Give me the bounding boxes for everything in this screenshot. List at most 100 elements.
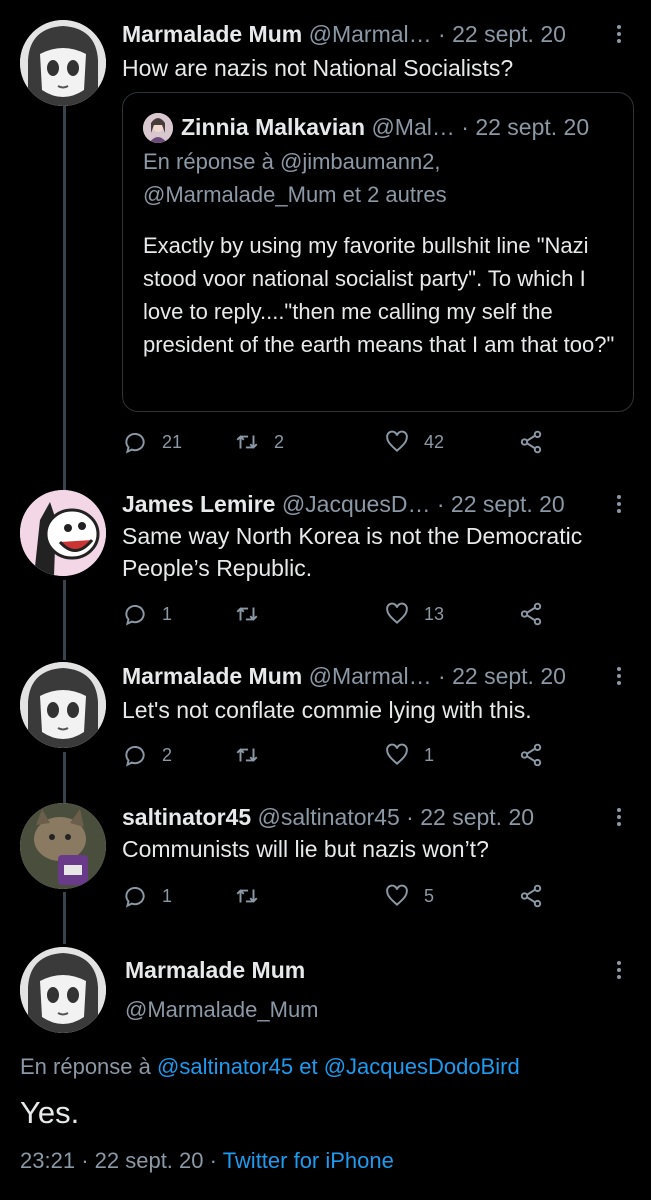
tweet-date[interactable]: 22 sept. 20 xyxy=(95,1148,204,1173)
reply-button[interactable]: 1 xyxy=(122,596,172,632)
share-icon xyxy=(520,602,542,626)
reply-icon xyxy=(125,605,145,626)
reply-prefix: En réponse à xyxy=(20,1054,151,1079)
separator-dot: · xyxy=(81,1148,89,1173)
tweet-text: Let's not conflate commie lying with thi… xyxy=(122,697,532,723)
author-name[interactable]: Marmalade Mum xyxy=(125,954,305,986)
quote-header: Zinnia Malkavian @Mal… · 22 sept. 20 xyxy=(181,109,617,145)
separator-dot: · xyxy=(438,663,446,689)
reply-count: 1 xyxy=(162,603,173,624)
like-button[interactable]: 13 xyxy=(384,596,444,632)
like-button[interactable]: 1 xyxy=(384,737,434,773)
quoted-tweet[interactable]: Zinnia Malkavian @Mal… · 22 sept. 20 En … xyxy=(122,92,634,412)
retweet-icon xyxy=(236,889,258,903)
tweet-text: How are nazis not National Socialists? xyxy=(122,55,514,81)
reply-target-link[interactable]: @JacquesDodoBird xyxy=(324,1054,520,1079)
like-icon xyxy=(386,602,408,624)
author-handle[interactable]: @Marmal… xyxy=(309,663,432,689)
tweet[interactable]: Marmalade Mum @Marmal… · 22 sept. 20 How… xyxy=(0,16,651,476)
tweet[interactable]: James Lemire @JacquesD… · 22 sept. 20 Sa… xyxy=(0,486,651,646)
more-icon[interactable] xyxy=(611,805,627,831)
author-handle[interactable]: @JacquesD… xyxy=(282,491,431,517)
tweet-date[interactable]: 22 sept. 20 xyxy=(420,804,534,830)
tweet-date[interactable]: 22 sept. 20 xyxy=(452,21,566,47)
tweet-header: Marmalade Mum @Marmal… · 22 sept. 20 xyxy=(122,16,601,52)
share-button[interactable] xyxy=(518,424,558,460)
like-icon xyxy=(386,884,408,906)
cat-avatar-icon xyxy=(20,803,106,889)
retweet-button[interactable] xyxy=(234,737,274,773)
retweet-icon xyxy=(236,748,258,762)
avatar[interactable] xyxy=(20,803,106,889)
reply-target-link[interactable]: @saltinator45 xyxy=(157,1054,293,1079)
share-icon xyxy=(520,743,542,767)
retweet-button[interactable] xyxy=(234,596,274,632)
quote-reply-context: En réponse à @jimbaumann2, @Marmalade_Mu… xyxy=(143,145,617,211)
author-handle[interactable]: @Marmalade_Mum xyxy=(125,994,319,1026)
author-name[interactable]: James Lemire xyxy=(122,491,275,517)
tweet-actions: 1 13 xyxy=(122,596,552,632)
retweet-icon xyxy=(236,435,258,449)
reply-count: 21 xyxy=(162,431,183,452)
like-button[interactable]: 5 xyxy=(384,878,434,914)
quote-author-name: Zinnia Malkavian xyxy=(181,114,366,140)
anime-face-avatar-icon xyxy=(20,947,106,1033)
more-icon[interactable] xyxy=(611,22,627,48)
reply-button[interactable]: 21 xyxy=(122,424,182,460)
avatar[interactable] xyxy=(20,490,106,576)
tweet-source-link[interactable]: Twitter for iPhone xyxy=(223,1148,394,1173)
retweet-button[interactable] xyxy=(234,878,274,914)
tweet-header: saltinator45 @saltinator45 · 22 sept. 20 xyxy=(122,799,601,835)
like-button[interactable]: 42 xyxy=(384,424,444,460)
separator-dot: · xyxy=(209,1148,217,1173)
avatar[interactable] xyxy=(20,20,106,106)
share-button[interactable] xyxy=(518,878,558,914)
separator-dot: · xyxy=(436,491,445,517)
share-icon xyxy=(520,884,542,908)
author-name[interactable]: Marmalade Mum xyxy=(122,21,302,47)
more-icon[interactable] xyxy=(611,492,627,518)
reply-conjunction: et xyxy=(299,1054,318,1079)
quote-date: 22 sept. 20 xyxy=(475,114,590,140)
tweet-header: James Lemire @JacquesD… · 22 sept. 20 xyxy=(122,486,601,522)
avatar[interactable] xyxy=(20,662,106,748)
reply-count: 2 xyxy=(162,744,173,765)
retweet-button[interactable]: 2 xyxy=(234,424,284,460)
like-icon xyxy=(386,743,408,765)
tweet-date[interactable]: 22 sept. 20 xyxy=(451,491,565,517)
tweet-date[interactable]: 22 sept. 20 xyxy=(452,663,566,689)
share-button[interactable] xyxy=(518,596,558,632)
retweet-icon xyxy=(236,607,258,621)
more-icon[interactable] xyxy=(611,958,627,984)
quote-text: Exactly by using my favorite bullshit li… xyxy=(143,233,615,357)
tweet[interactable]: saltinator45 @saltinator45 · 22 sept. 20… xyxy=(0,799,651,929)
share-button[interactable] xyxy=(518,737,558,773)
reply-count: 1 xyxy=(162,885,173,906)
avatar[interactable] xyxy=(20,947,106,1033)
tweet-meta: 23:21 · 22 sept. 20 · Twitter for iPhone xyxy=(20,1145,394,1177)
more-icon[interactable] xyxy=(611,664,627,690)
like-count: 1 xyxy=(424,744,435,765)
tweet[interactable]: Marmalade Mum @Marmal… · 22 sept. 20 Let… xyxy=(0,658,651,788)
author-handle[interactable]: @saltinator45 xyxy=(258,804,400,830)
author-handle[interactable]: @Marmal… xyxy=(309,21,432,47)
separator-dot: · xyxy=(461,114,469,140)
tweet-text: Communists will lie but nazis won’t? xyxy=(122,836,489,862)
author-name[interactable]: Marmalade Mum xyxy=(122,663,302,689)
reply-button[interactable]: 1 xyxy=(122,878,172,914)
reply-icon xyxy=(125,887,145,908)
reply-prefix: En réponse à xyxy=(143,149,274,174)
separator-dot: · xyxy=(438,21,446,47)
tweet-actions: 1 5 xyxy=(122,878,552,914)
tweet-text: Yes. xyxy=(20,1095,80,1130)
quote-author-handle: @Mal… xyxy=(371,114,455,140)
author-name[interactable]: saltinator45 xyxy=(122,804,251,830)
reply-button[interactable]: 2 xyxy=(122,737,172,773)
reply-context: En réponse à @saltinator45 et @JacquesDo… xyxy=(20,1050,520,1084)
cartoon-bird-avatar-icon xyxy=(20,490,106,576)
tweet-header: Marmalade Mum @Marmal… · 22 sept. 20 xyxy=(122,658,601,694)
tweet-actions: 21 2 42 xyxy=(122,424,552,460)
like-count: 42 xyxy=(424,431,445,452)
tweet-time[interactable]: 23:21 xyxy=(20,1148,75,1173)
reply-icon xyxy=(125,433,145,454)
